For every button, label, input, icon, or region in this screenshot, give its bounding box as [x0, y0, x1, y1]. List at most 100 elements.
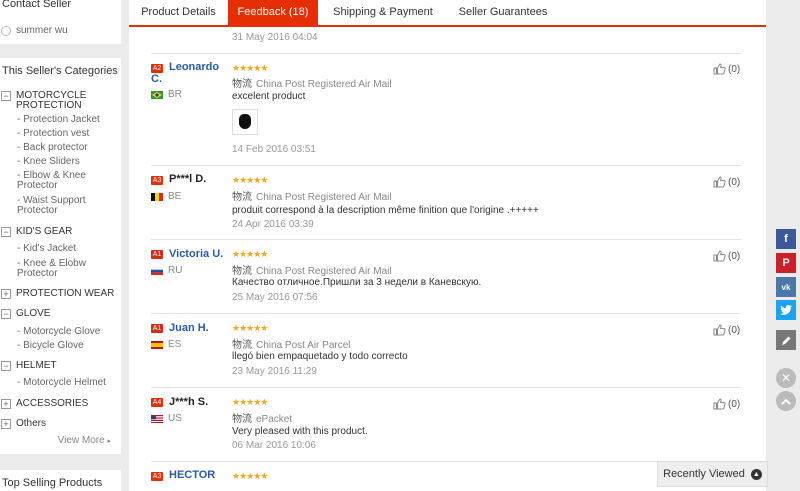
- buyer-name: Leonardo: [169, 62, 219, 73]
- feedback-date: 06 Mar 2016 10:06: [232, 440, 316, 451]
- subcategory-link[interactable]: - Protection Jacket: [17, 115, 117, 125]
- top-selling-title: Top Selling Products: [2, 477, 103, 489]
- helpful-button[interactable]: (0): [713, 176, 740, 188]
- rating-stars: ★★★★★: [232, 249, 268, 259]
- rating-stars: ★★★★★: [232, 471, 268, 481]
- subcategory-link[interactable]: - Back protector: [17, 143, 117, 153]
- top-selling-box: Top Selling Products: [0, 470, 121, 491]
- twitter-icon: [780, 305, 792, 315]
- buyer-name: Victoria U.: [169, 248, 224, 260]
- facebook-share-button[interactable]: f: [776, 229, 796, 249]
- collapse-icon[interactable]: −: [1, 91, 11, 101]
- divider: [151, 165, 741, 166]
- subcategory-link[interactable]: - Knee Sliders: [17, 157, 117, 167]
- buyer-level-badge: A1: [151, 324, 163, 333]
- seller-categories-box: This Seller's Categories − MOTORCYCLE PR…: [0, 58, 121, 454]
- divider: [151, 313, 741, 314]
- collapse-icon[interactable]: −: [1, 309, 11, 319]
- thumbs-up-icon: [713, 250, 726, 262]
- helpful-count: (0): [728, 176, 741, 188]
- category-label: Others: [16, 418, 47, 429]
- helpful-button[interactable]: (0): [713, 250, 740, 262]
- category-kids-gear[interactable]: − KID'S GEAR: [1, 227, 72, 237]
- subcategory-link[interactable]: - Motorcycle Glove: [17, 327, 117, 337]
- rating-stars: ★★★★★: [232, 175, 268, 185]
- seller-contact-link[interactable]: summer wu: [1, 25, 68, 36]
- buyer-level-badge: A3: [151, 472, 163, 481]
- shipping-method: 物流 China Post Registered Air Mail: [232, 75, 392, 90]
- shipping-method-name: China Post Air Parcel: [256, 340, 351, 351]
- collapse-icon[interactable]: −: [1, 361, 11, 371]
- sidebar: Contact Seller summer wu This Seller's C…: [0, 0, 122, 491]
- product-photo: [239, 114, 251, 129]
- tab-seller-guarantees[interactable]: Seller Guarantees: [447, 0, 559, 26]
- buyer-country: ES: [168, 339, 182, 350]
- logistics-label: 物流: [232, 340, 252, 351]
- category-label: ACCESSORIES: [16, 398, 89, 409]
- shipping-method-name: China Post Registered Air Mail: [256, 79, 392, 90]
- close-icon: ✕: [780, 371, 792, 385]
- thumbs-up-icon: [713, 176, 726, 188]
- view-more-link[interactable]: View More ▸: [58, 435, 111, 446]
- subcategory-link[interactable]: - Bicycle Glove: [17, 341, 117, 351]
- buyer-name: P***l D.: [169, 173, 207, 185]
- feedback-comment: Very pleased with this product.: [232, 426, 368, 437]
- helpful-button[interactable]: (0): [713, 398, 740, 410]
- close-share-button[interactable]: ✕: [776, 368, 796, 388]
- recently-viewed-bar[interactable]: Recently Viewed ▲: [657, 461, 768, 487]
- collapse-icon[interactable]: −: [1, 227, 11, 237]
- category-glove[interactable]: − GLOVE: [1, 309, 50, 319]
- helpful-count: (0): [728, 250, 741, 262]
- chevron-up-icon: [781, 398, 791, 405]
- subcategory-link[interactable]: - Elbow & Knee Protector: [17, 171, 117, 191]
- category-motorcycle-protection[interactable]: − MOTORCYCLE PROTECTION: [1, 91, 111, 111]
- category-others[interactable]: + Others: [1, 419, 46, 429]
- feedback-date: 25 May 2016 07:56: [232, 292, 318, 303]
- vk-icon: vk: [781, 282, 791, 292]
- helpful-count: (0): [728, 63, 741, 75]
- flag-us-icon: [151, 415, 163, 423]
- rating-stars: ★★★★★: [232, 323, 268, 333]
- edit-share-button[interactable]: [776, 330, 796, 350]
- view-more-label: View More: [57, 435, 105, 446]
- shipping-method-name: ePacket: [256, 414, 293, 425]
- category-label: HELMET: [16, 360, 57, 371]
- logistics-label: 物流: [232, 192, 252, 203]
- helpful-button[interactable]: (0): [713, 324, 740, 336]
- tab-product-details[interactable]: Product Details: [129, 0, 228, 26]
- category-helmet[interactable]: − HELMET: [1, 361, 57, 371]
- expand-icon[interactable]: +: [1, 399, 11, 409]
- scroll-top-button[interactable]: [776, 391, 796, 411]
- status-icon: [1, 25, 11, 36]
- buyer-country: BR: [168, 89, 182, 100]
- category-protection-wear[interactable]: + PROTECTION WEAR: [1, 289, 114, 299]
- helpful-button[interactable]: (0): [713, 63, 740, 75]
- expand-icon[interactable]: +: [1, 419, 11, 429]
- buyer-name-second: C.: [151, 73, 162, 85]
- subcategory-link[interactable]: - Knee & Elobw Protector: [17, 259, 97, 279]
- thumbs-up-icon: [713, 398, 726, 410]
- tab-bar: Product Details Feedback (18) Shipping &…: [129, 0, 766, 27]
- subcategory-link[interactable]: - Protection vest: [17, 129, 117, 139]
- tab-shipping-payment[interactable]: Shipping & Payment: [325, 0, 441, 26]
- expand-icon[interactable]: +: [1, 289, 11, 299]
- subcategory-link[interactable]: - Waist Support Protector: [17, 196, 117, 216]
- seller-name: summer wu: [16, 25, 68, 36]
- vk-share-button[interactable]: vk: [776, 277, 796, 297]
- subcategory-link[interactable]: - Kid's Jacket: [17, 244, 117, 254]
- shipping-method: 物流 China Post Registered Air Mail: [232, 188, 392, 203]
- helpful-count: (0): [728, 324, 741, 336]
- logistics-label: 物流: [232, 79, 252, 90]
- flag-br-icon: [151, 91, 163, 99]
- buyer-level-badge: A3: [151, 176, 163, 185]
- divider: [151, 239, 741, 240]
- pinterest-share-button[interactable]: P: [776, 253, 796, 273]
- feedback-photo-thumbnail[interactable]: [232, 109, 258, 135]
- buyer-country: BE: [168, 191, 182, 202]
- category-accessories[interactable]: + ACCESSORIES: [1, 399, 88, 409]
- buyer-name: J***h S.: [169, 396, 209, 408]
- subcategory-link[interactable]: - Motorcycle Helmet: [17, 378, 117, 388]
- buyer-country: RU: [168, 265, 183, 276]
- twitter-share-button[interactable]: [776, 300, 796, 320]
- tab-feedback[interactable]: Feedback (18): [228, 0, 318, 26]
